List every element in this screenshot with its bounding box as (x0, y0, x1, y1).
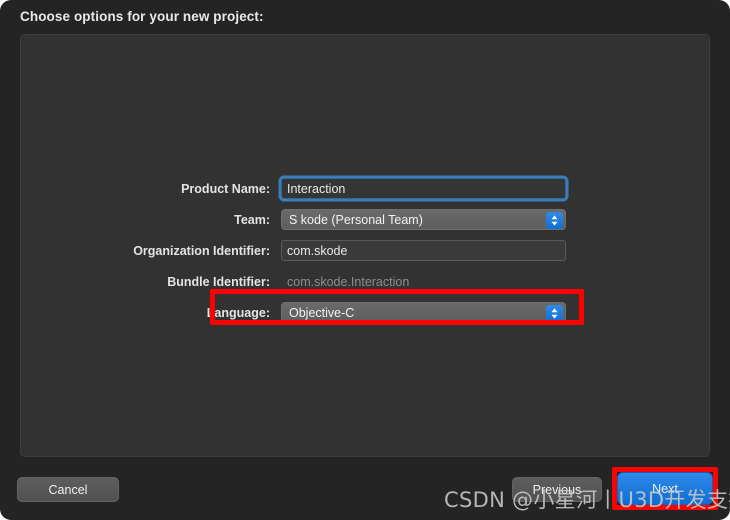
product-name-control (281, 173, 566, 204)
language-label: Language: (206, 305, 270, 320)
organization-identifier-control (281, 235, 566, 266)
bundle-identifier-control: com.skode.Interaction (281, 266, 566, 297)
team-label: Team: (234, 212, 270, 227)
bundle-identifier-label: Bundle Identifier: (167, 274, 270, 289)
team-dropdown-value: S kode (Personal Team) (289, 212, 423, 227)
project-options-form: Product Name: Team: S kode (Personal Tea… (21, 173, 711, 328)
cancel-button[interactable]: Cancel (17, 477, 119, 502)
options-panel: Product Name: Team: S kode (Personal Tea… (20, 34, 710, 457)
organization-identifier-input[interactable] (281, 240, 566, 261)
bundle-identifier-value: com.skode.Interaction (287, 274, 410, 289)
form-row-organization-identifier: Organization Identifier: (21, 235, 711, 266)
product-name-input[interactable] (281, 178, 566, 199)
stepper-chevrons-icon[interactable] (546, 305, 563, 322)
new-project-options-dialog: Choose options for your new project: Pro… (0, 0, 730, 520)
form-row-team: Team: S kode (Personal Team) (21, 204, 711, 235)
form-row-language: Language: Objective-C (21, 297, 711, 328)
team-dropdown[interactable]: S kode (Personal Team) (281, 209, 566, 230)
page-title: Choose options for your new project: (20, 9, 264, 24)
stepper-chevrons-icon[interactable] (546, 212, 563, 229)
team-control: S kode (Personal Team) (281, 204, 566, 235)
organization-identifier-label: Organization Identifier: (133, 243, 270, 258)
product-name-label: Product Name: (181, 181, 270, 196)
next-button[interactable]: Next (617, 472, 713, 505)
form-row-product-name: Product Name: (21, 173, 711, 204)
previous-button[interactable]: Previous (512, 477, 602, 502)
language-dropdown-value: Objective-C (289, 305, 355, 320)
form-row-bundle-identifier: Bundle Identifier: com.skode.Interaction (21, 266, 711, 297)
language-control: Objective-C (281, 297, 566, 328)
language-dropdown[interactable]: Objective-C (281, 302, 566, 323)
